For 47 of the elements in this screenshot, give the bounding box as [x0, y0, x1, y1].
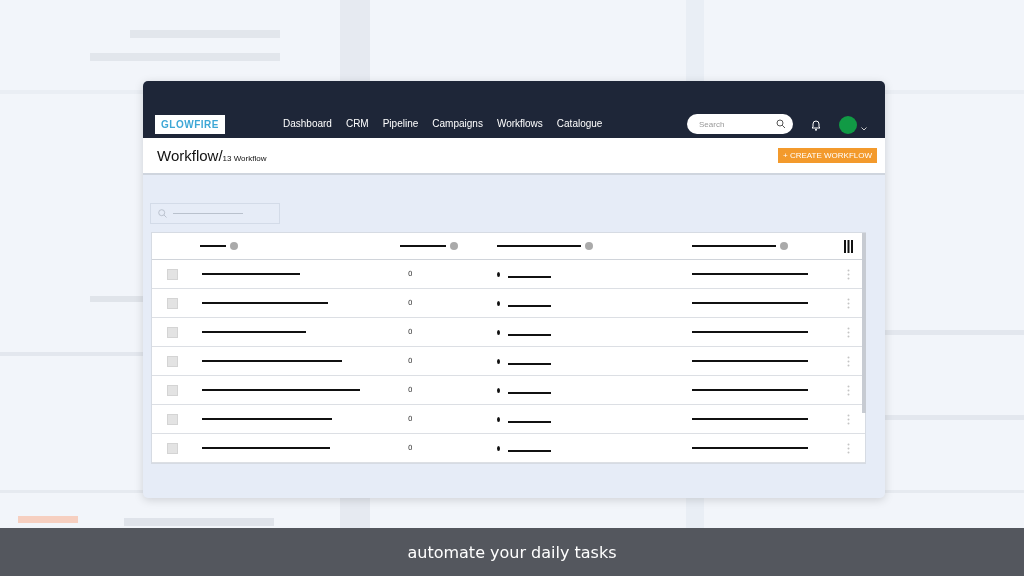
placeholder-line [508, 421, 551, 423]
placeholder-line [508, 363, 551, 365]
caret-icon[interactable] [861, 127, 867, 131]
caption: automate your daily tasks [407, 542, 617, 562]
status-dot [497, 300, 500, 306]
filter-field[interactable] [150, 203, 280, 224]
nav-link[interactable]: Catalogue [556, 118, 603, 129]
row-checkbox[interactable] [167, 413, 178, 425]
nav-link[interactable]: Campaigns [432, 118, 483, 129]
scrollbar[interactable] [862, 233, 866, 413]
search-icon [158, 209, 167, 218]
status-dot [497, 387, 500, 393]
row-checkbox[interactable] [167, 442, 178, 454]
row-checkbox[interactable] [167, 326, 178, 338]
sort-icon[interactable] [780, 242, 788, 250]
nav-link[interactable]: Workflows [496, 118, 543, 129]
search-icon [776, 119, 786, 129]
nav-link[interactable]: Pipeline [382, 118, 419, 129]
row-checkbox[interactable] [167, 268, 178, 280]
row-checkbox[interactable] [167, 355, 178, 367]
placeholder-line [173, 213, 243, 214]
placeholder-line [508, 392, 551, 394]
nav-link[interactable]: CRM [345, 118, 369, 129]
status-dot [497, 329, 500, 335]
status-dot [497, 445, 500, 451]
placeholder-line [508, 450, 551, 452]
status-dot [497, 416, 500, 422]
header-placeholder-line [400, 245, 446, 247]
sort-icon[interactable] [450, 242, 458, 250]
row-checkbox[interactable] [167, 297, 178, 309]
page-title: Workflow/ [157, 147, 223, 164]
bell-icon[interactable] [811, 119, 821, 131]
row-checkbox[interactable] [167, 384, 178, 396]
nav-link[interactable]: Dashboard [283, 118, 332, 129]
placeholder-line [508, 305, 551, 307]
status-dot [497, 271, 500, 277]
placeholder-line [508, 276, 551, 278]
sort-icon[interactable] [230, 242, 238, 250]
columns-icon[interactable] [844, 239, 853, 253]
header-placeholder-line [200, 245, 226, 247]
user-avatar[interactable] [839, 116, 857, 134]
logo: GLOWFIRE [155, 115, 225, 134]
placeholder-line [508, 334, 551, 336]
search-field[interactable]: Search [687, 114, 793, 134]
workflow-count: 13 Workflow [222, 153, 267, 163]
sort-icon[interactable] [585, 242, 593, 250]
status-dot [497, 358, 500, 364]
